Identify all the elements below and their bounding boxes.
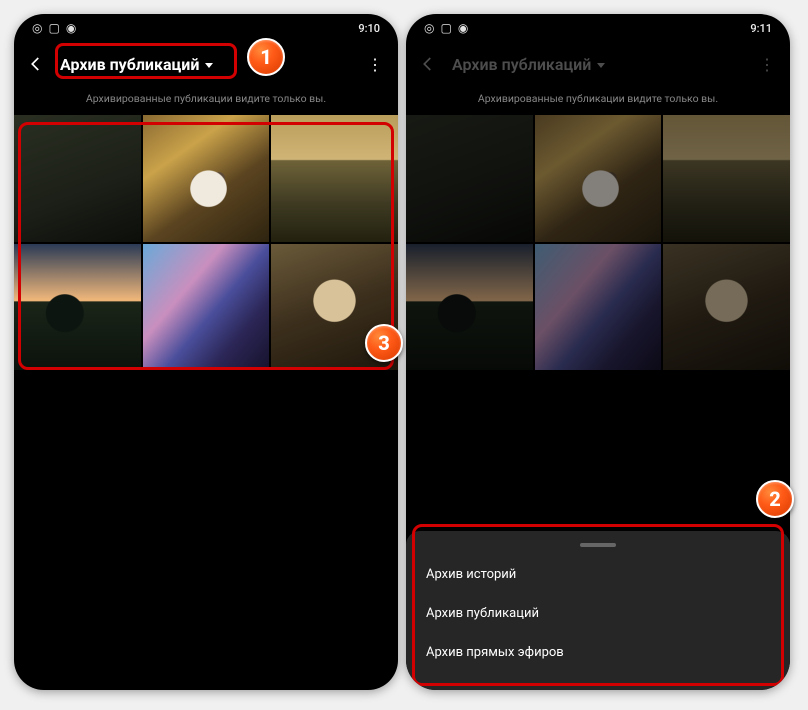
app-header: Архив публикаций ⋮ [14,42,398,86]
photo-cell[interactable] [143,115,270,242]
archive-dropdown[interactable]: Архив публикаций [452,55,605,74]
chevron-down-icon [205,63,213,68]
sheet-item-live[interactable]: Архив прямых эфиров [406,633,790,672]
chevron-down-icon [597,63,605,68]
statusbar: ◎ ▢ ◉ 9:11 [406,14,790,42]
photo-cell[interactable] [271,115,398,242]
statusbar: ◎ ▢ ◉ 9:10 [14,14,398,42]
clock: 9:10 [358,22,380,35]
shazam-icon: ◉ [458,21,468,35]
app-icon: ▢ [48,21,59,35]
archive-title: Архив публикаций [60,55,199,74]
back-button[interactable] [418,54,438,74]
more-button[interactable]: ⋮ [364,55,386,74]
app-header: Архив публикаций ⋮ [406,42,790,86]
photo-cell[interactable] [535,244,662,371]
shazam-icon: ◉ [66,21,76,35]
sheet-item-stories[interactable]: Архив историй [406,555,790,594]
photo-cell[interactable] [143,244,270,371]
archive-dropdown[interactable]: Архив публикаций [60,55,213,74]
more-button[interactable]: ⋮ [756,55,778,74]
photo-cell[interactable] [14,115,141,242]
photo-cell[interactable] [406,244,533,371]
clock: 9:11 [750,22,772,35]
sheet-item-posts[interactable]: Архив публикаций [406,594,790,633]
archive-subtitle: Архивированные публикации видите только … [14,86,398,115]
photo-cell[interactable] [535,115,662,242]
photo-cell[interactable] [663,244,790,371]
instagram-icon: ◎ [32,21,42,35]
photo-cell[interactable] [663,115,790,242]
back-button[interactable] [26,54,46,74]
photo-cell[interactable] [271,244,398,371]
app-icon: ▢ [440,21,451,35]
archive-subtitle: Архивированные публикации видите только … [406,86,790,115]
photo-cell[interactable] [406,115,533,242]
photo-cell[interactable] [14,244,141,371]
phone-right: ◎ ▢ ◉ 9:11 Архив публикаций ⋮ Архивирова… [406,14,790,690]
status-icons-left: ◎ ▢ ◉ [32,21,76,35]
phone-left: ◎ ▢ ◉ 9:10 Архив публикаций ⋮ Архивирова… [14,14,398,690]
photo-grid [14,115,398,370]
instagram-icon: ◎ [424,21,434,35]
sheet-handle[interactable] [580,543,616,547]
photo-grid [406,115,790,370]
status-icons-left: ◎ ▢ ◉ [424,21,468,35]
archive-title: Архив публикаций [452,55,591,74]
archive-type-sheet: Архив историй Архив публикаций Архив пря… [406,531,790,690]
